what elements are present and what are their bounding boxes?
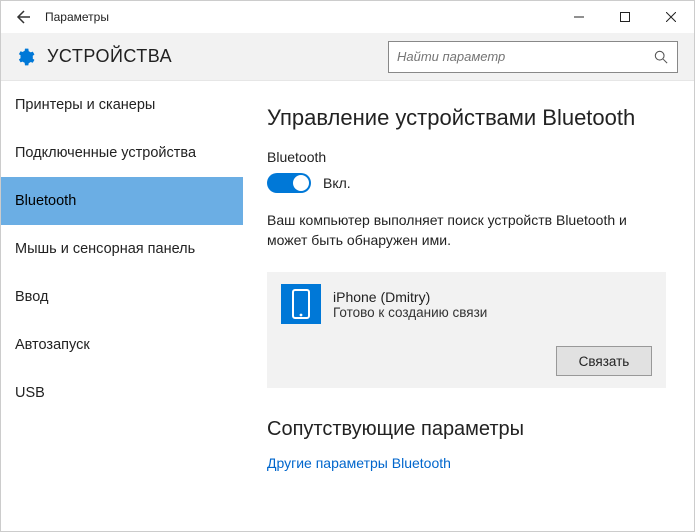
description-text: Ваш компьютер выполняет поиск устройств … <box>267 211 647 250</box>
sidebar-item-label: Ввод <box>15 289 48 305</box>
sidebar-item-label: Принтеры и сканеры <box>15 97 155 113</box>
phone-icon <box>281 284 321 324</box>
page-title: Управление устройствами Bluetooth <box>267 105 666 131</box>
bluetooth-toggle[interactable] <box>267 173 311 193</box>
section-title: УСТРОЙСТВА <box>47 46 172 67</box>
pair-button[interactable]: Связать <box>556 346 652 376</box>
device-row: iPhone (Dmitry) Готово к созданию связи <box>281 284 652 324</box>
sidebar-item-label: Подключенные устройства <box>15 145 196 161</box>
search-icon <box>653 49 669 65</box>
sidebar: Принтеры и сканеры Подключенные устройст… <box>1 81 243 531</box>
search-box[interactable] <box>388 41 678 73</box>
device-name: iPhone (Dmitry) <box>333 289 487 305</box>
device-card[interactable]: iPhone (Dmitry) Готово к созданию связи … <box>267 272 666 388</box>
related-link-more-bluetooth[interactable]: Другие параметры Bluetooth <box>267 455 666 471</box>
arrow-left-icon <box>14 9 30 25</box>
back-button[interactable] <box>1 1 43 33</box>
search-input[interactable] <box>397 49 653 64</box>
minimize-button[interactable] <box>556 1 602 33</box>
sidebar-item-label: USB <box>15 385 45 401</box>
body: Принтеры и сканеры Подключенные устройст… <box>1 81 694 531</box>
bluetooth-toggle-row: Вкл. <box>267 173 666 193</box>
content: Управление устройствами Bluetooth Blueto… <box>243 81 694 531</box>
close-button[interactable] <box>648 1 694 33</box>
maximize-button[interactable] <box>602 1 648 33</box>
sidebar-item-bluetooth[interactable]: Bluetooth <box>1 177 243 225</box>
sidebar-item-mouse[interactable]: Мышь и сенсорная панель <box>1 225 243 273</box>
sidebar-item-label: Bluetooth <box>15 193 76 209</box>
toggle-knob <box>293 175 309 191</box>
toggle-state-label: Вкл. <box>323 175 351 191</box>
window-title: Параметры <box>43 10 109 24</box>
maximize-icon <box>620 12 630 22</box>
toggle-group-label: Bluetooth <box>267 149 666 165</box>
close-icon <box>666 12 676 22</box>
sidebar-item-label: Мышь и сенсорная панель <box>15 241 195 257</box>
settings-window: Параметры УСТРОЙСТВА Принтеры и сканеры … <box>0 0 695 532</box>
sidebar-item-printers[interactable]: Принтеры и сканеры <box>1 81 243 129</box>
sidebar-item-autoplay[interactable]: Автозапуск <box>1 321 243 369</box>
gear-icon <box>13 45 37 69</box>
sidebar-item-label: Автозапуск <box>15 337 90 353</box>
sidebar-item-typing[interactable]: Ввод <box>1 273 243 321</box>
minimize-icon <box>574 12 584 22</box>
device-info: iPhone (Dmitry) Готово к созданию связи <box>333 289 487 320</box>
related-heading: Сопутствующие параметры <box>267 418 666 441</box>
sidebar-item-connected-devices[interactable]: Подключенные устройства <box>1 129 243 177</box>
link-label: Другие параметры Bluetooth <box>267 455 451 471</box>
sidebar-item-usb[interactable]: USB <box>1 369 243 417</box>
titlebar: Параметры <box>1 1 694 33</box>
device-actions: Связать <box>281 346 652 376</box>
header: УСТРОЙСТВА <box>1 33 694 81</box>
device-status: Готово к созданию связи <box>333 305 487 320</box>
pair-button-label: Связать <box>579 354 630 369</box>
